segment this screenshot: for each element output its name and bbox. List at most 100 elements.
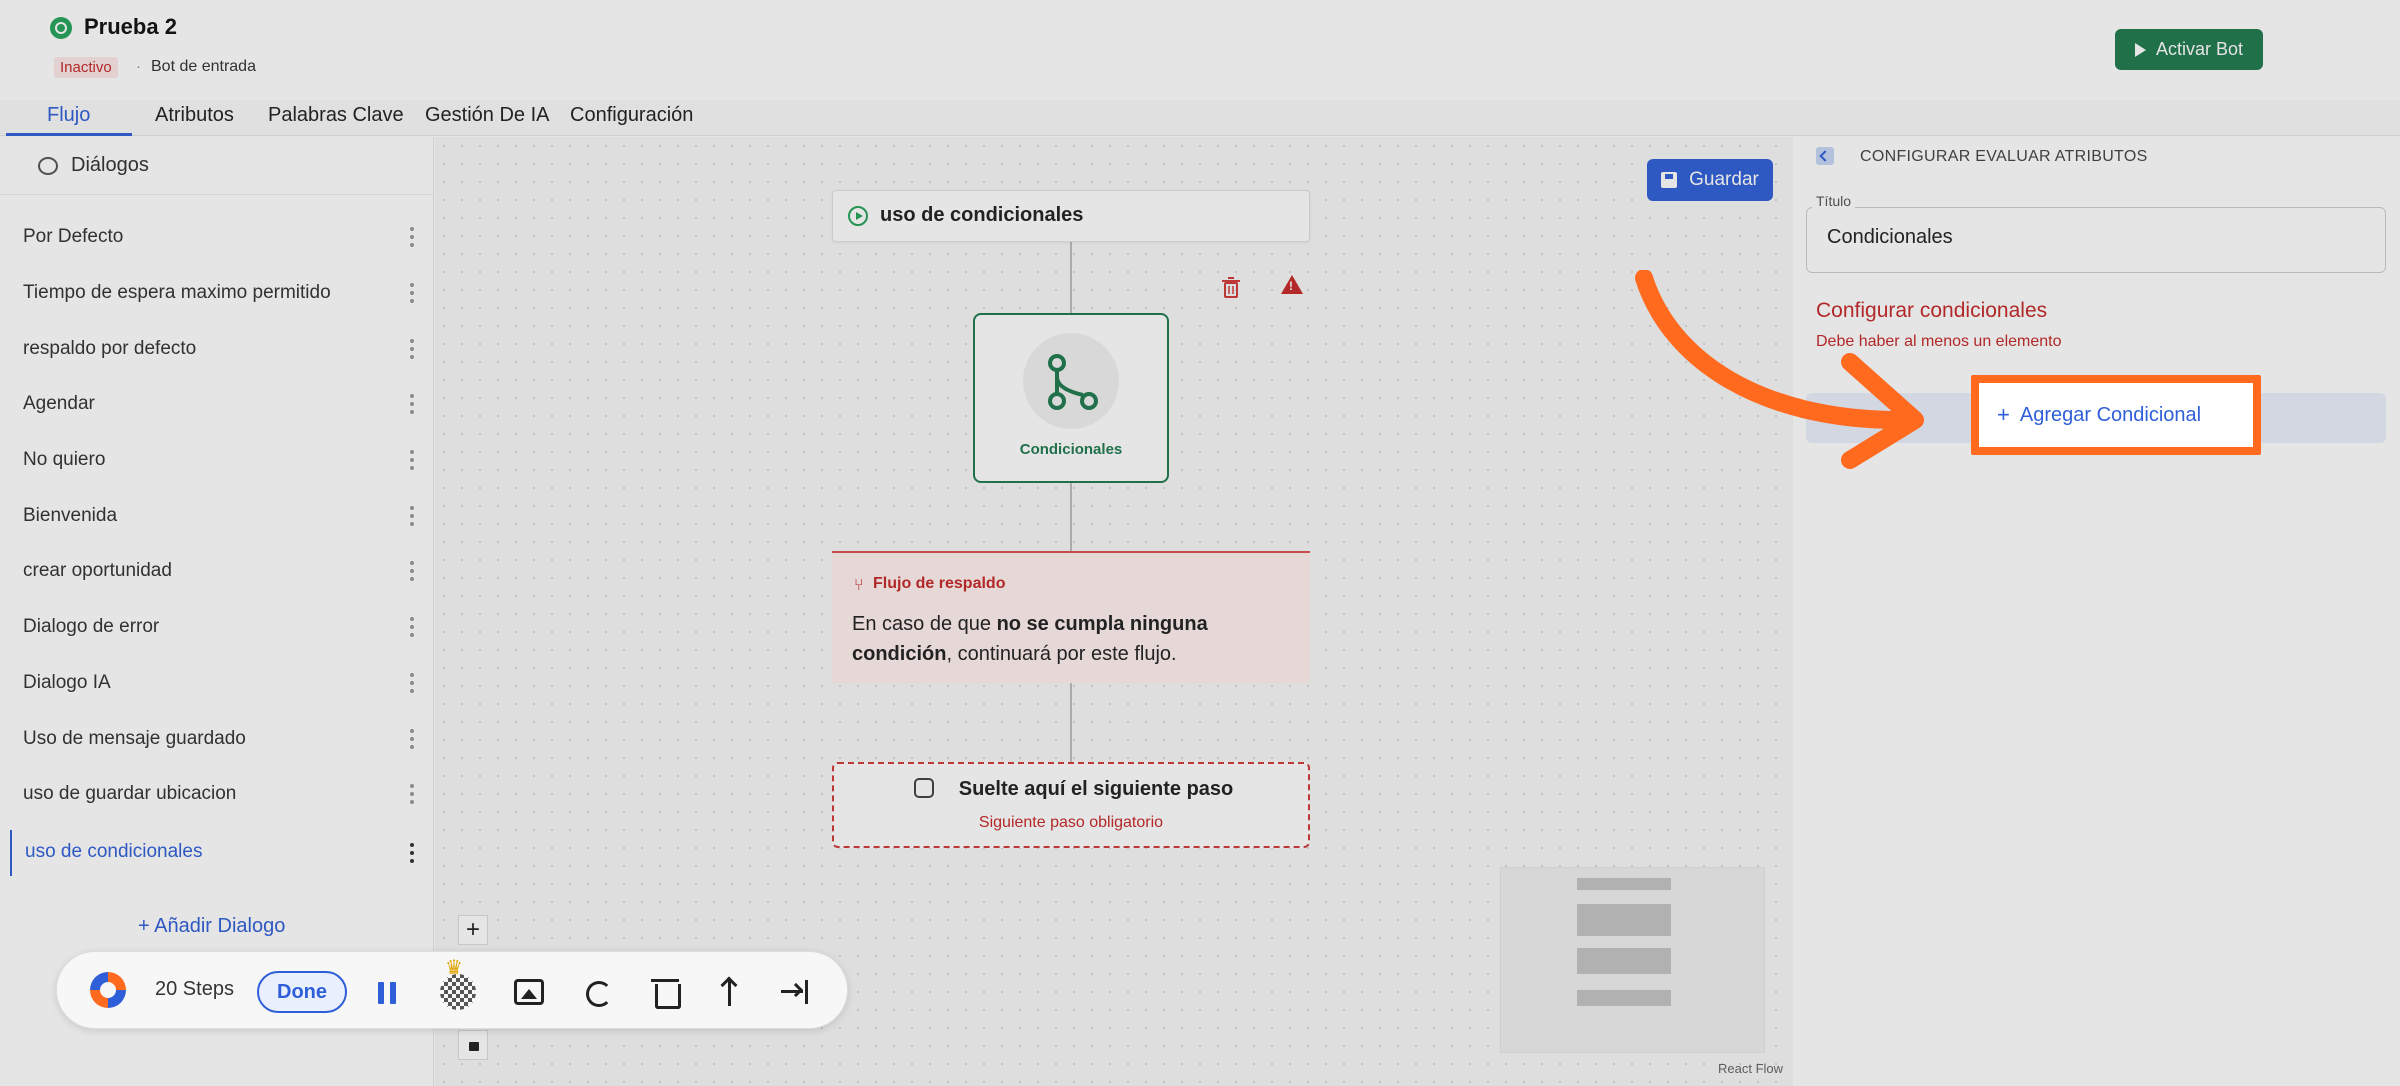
dialog-item-label: uso de condicionales bbox=[25, 841, 203, 862]
kebab-icon[interactable] bbox=[410, 394, 414, 414]
back-icon[interactable] bbox=[1816, 147, 1834, 165]
title-field-label: Título bbox=[1812, 193, 1856, 209]
dialog-item[interactable]: crear oportunidad bbox=[10, 552, 424, 592]
dialogs-icon bbox=[38, 157, 58, 175]
flow-connector bbox=[1070, 483, 1072, 551]
dialog-item[interactable]: Por Defecto bbox=[10, 218, 424, 258]
branch-icon-bg bbox=[1023, 333, 1119, 429]
add-conditional-button[interactable]: + Agregar Condicional bbox=[1971, 375, 2261, 455]
add-dialog-button[interactable]: + Añadir Dialogo bbox=[138, 915, 285, 938]
pause-icon[interactable] bbox=[369, 974, 405, 1010]
dialog-item[interactable]: respaldo por defecto bbox=[10, 330, 424, 370]
save-label: Guardar bbox=[1689, 169, 1759, 190]
dialog-item-label: Dialogo de error bbox=[23, 616, 160, 637]
kebab-icon[interactable] bbox=[410, 729, 414, 749]
title-input[interactable] bbox=[1827, 226, 2367, 249]
fallback-title: Flujo de respaldo bbox=[873, 575, 1006, 592]
dialogs-sidebar: Diálogos Por Defecto Tiempo de espera ma… bbox=[0, 137, 434, 1086]
dialog-item[interactable]: No quiero bbox=[10, 441, 424, 481]
undo-icon[interactable] bbox=[580, 974, 616, 1010]
flow-connector bbox=[1070, 683, 1072, 762]
minimap-node bbox=[1577, 878, 1671, 890]
fallback-text-prefix: En caso de que bbox=[852, 613, 997, 635]
kebab-icon[interactable] bbox=[410, 283, 414, 303]
tab-gestion-ia[interactable]: Gestión De IA bbox=[425, 104, 550, 136]
fallback-text-suffix: , continuará por este flujo. bbox=[946, 643, 1177, 665]
drop-zone[interactable]: Suelte aquí el siguiente paso Siguiente … bbox=[832, 762, 1310, 848]
drop-zone-subtitle: Siguiente paso obligatorio bbox=[978, 814, 1164, 831]
blur-icon[interactable] bbox=[440, 974, 476, 1010]
dialog-item[interactable]: Dialogo IA bbox=[10, 664, 424, 704]
flow-title: uso de condicionales bbox=[880, 204, 1084, 226]
fallback-icon: ⑂ bbox=[854, 577, 864, 594]
kebab-icon[interactable] bbox=[410, 227, 414, 247]
kebab-icon[interactable] bbox=[410, 561, 414, 581]
dialogs-header: Diálogos bbox=[0, 137, 434, 195]
arrow-icon bbox=[1635, 270, 1924, 469]
minimap-node bbox=[1577, 948, 1671, 974]
play-icon bbox=[2134, 42, 2146, 57]
status-badge: Inactivo bbox=[54, 57, 118, 78]
whatsapp-icon bbox=[50, 17, 72, 39]
bot-type-label: Bot de entrada bbox=[151, 58, 256, 75]
minimap[interactable] bbox=[1500, 867, 1765, 1053]
save-icon bbox=[1661, 172, 1678, 188]
delete-icon[interactable] bbox=[647, 974, 683, 1010]
flow-canvas[interactable]: Guardar uso de condicionales Condicional… bbox=[435, 137, 1793, 1086]
done-button[interactable]: Done bbox=[257, 971, 347, 1013]
recorder-logo-icon bbox=[90, 972, 126, 1008]
skip-icon[interactable] bbox=[777, 974, 813, 1010]
kebab-icon[interactable] bbox=[410, 617, 414, 637]
dialog-item[interactable]: Agendar bbox=[10, 385, 424, 425]
plus-icon: + bbox=[1997, 402, 2010, 427]
dialog-item[interactable]: Uso de mensaje guardado bbox=[10, 720, 424, 760]
flow-start-node[interactable]: uso de condicionales bbox=[832, 190, 1310, 242]
kebab-icon[interactable] bbox=[410, 450, 414, 470]
add-conditional-label: Agregar Condicional bbox=[2019, 403, 2202, 426]
dialog-item-label: Por Defecto bbox=[23, 226, 124, 247]
activate-bot-button[interactable]: Activar Bot bbox=[2115, 29, 2263, 70]
dialogs-title: Diálogos bbox=[71, 154, 149, 176]
kebab-icon[interactable] bbox=[410, 339, 414, 359]
image-icon[interactable] bbox=[514, 979, 544, 1005]
minimap-node bbox=[1577, 990, 1671, 1006]
separator-dot: · bbox=[136, 58, 141, 75]
branch-icon bbox=[1048, 354, 1098, 410]
start-icon bbox=[848, 206, 868, 226]
kebab-icon[interactable] bbox=[410, 506, 414, 526]
dialog-item-selected[interactable]: uso de condicionales bbox=[10, 830, 424, 876]
recorder-toolbar: 20 Steps Done ♛ bbox=[56, 951, 848, 1029]
dialog-item[interactable]: Tiempo de espera maximo permitido bbox=[10, 274, 424, 314]
dialog-item-label: crear oportunidad bbox=[23, 560, 172, 581]
bot-title: Prueba 2 bbox=[84, 14, 177, 39]
app-header: Prueba 2 Inactivo · Bot de entrada Activ… bbox=[0, 0, 2400, 100]
kebab-icon[interactable] bbox=[410, 784, 414, 804]
dialog-item-label: uso de guardar ubicacion bbox=[23, 783, 237, 804]
dialog-item-label: Tiempo de espera maximo permitido bbox=[23, 282, 331, 303]
tab-atributos[interactable]: Atributos bbox=[155, 104, 234, 136]
lock-icon[interactable] bbox=[458, 1030, 488, 1060]
dialog-item[interactable]: Dialogo de error bbox=[10, 608, 424, 648]
trash-icon[interactable] bbox=[1221, 277, 1241, 299]
title-field[interactable] bbox=[1806, 207, 2386, 273]
dialog-item-label: respaldo por defecto bbox=[23, 338, 197, 359]
tab-configuracion[interactable]: Configuración bbox=[570, 104, 693, 136]
kebab-icon[interactable] bbox=[410, 843, 414, 863]
dialog-item[interactable]: uso de guardar ubicacion bbox=[10, 775, 424, 815]
kebab-icon[interactable] bbox=[410, 673, 414, 693]
dialog-item-label: Bienvenida bbox=[23, 505, 118, 526]
condition-node-label: Condicionales bbox=[1019, 441, 1123, 458]
save-button[interactable]: Guardar bbox=[1647, 159, 1773, 201]
fallback-node[interactable]: ⑂ Flujo de respaldo En caso de que no se… bbox=[832, 551, 1310, 683]
upload-icon[interactable] bbox=[712, 974, 748, 1010]
tab-flujo[interactable]: Flujo bbox=[6, 104, 132, 136]
react-flow-attribution[interactable]: React Flow bbox=[1718, 1061, 1783, 1076]
dialog-item[interactable]: Bienvenida bbox=[10, 497, 424, 537]
steps-count: 20 Steps bbox=[155, 978, 234, 1000]
flow-connector bbox=[1070, 242, 1072, 313]
dialog-item-label: Uso de mensaje guardado bbox=[23, 728, 246, 749]
fallback-description: En caso de que no se cumpla ninguna cond… bbox=[852, 609, 1282, 669]
zoom-in-button[interactable]: + bbox=[458, 915, 488, 945]
condition-node[interactable]: Condicionales bbox=[973, 313, 1169, 483]
tab-palabras-clave[interactable]: Palabras Clave bbox=[268, 104, 404, 136]
